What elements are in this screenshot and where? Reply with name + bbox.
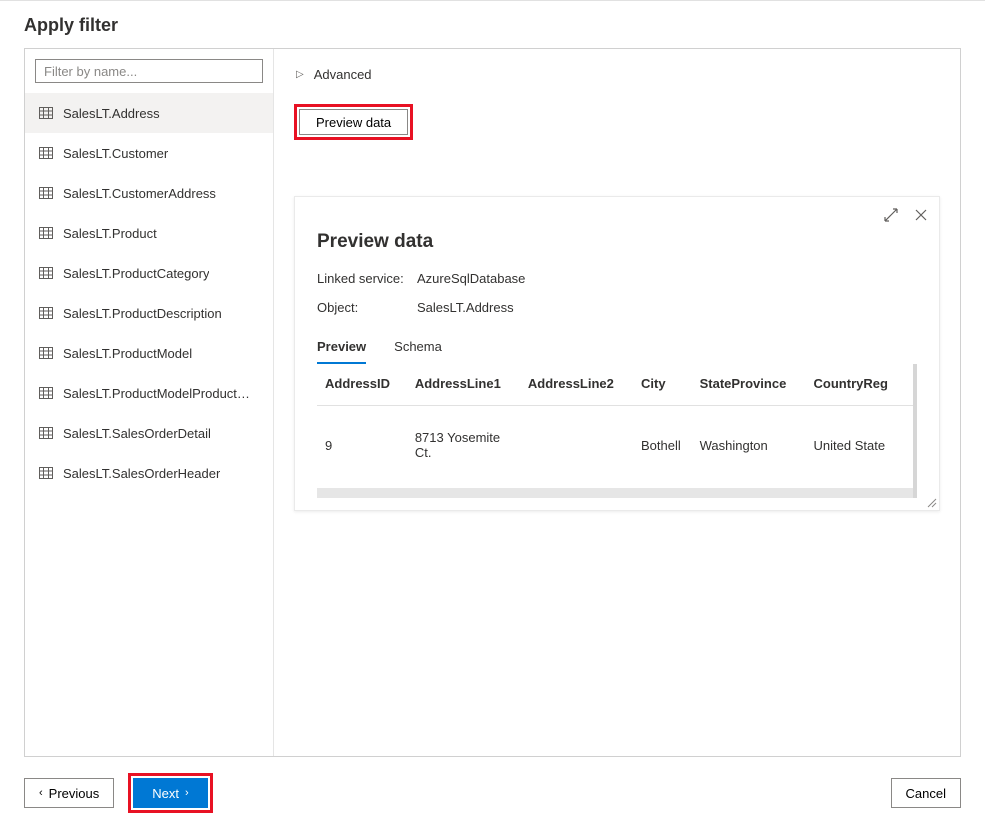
list-item-label: SalesLT.ProductCategory: [63, 266, 209, 281]
list-item[interactable]: SalesLT.ProductCategory: [25, 253, 273, 293]
column-header[interactable]: AddressLine2: [528, 364, 641, 406]
list-item-label: SalesLT.ProductDescription: [63, 306, 222, 321]
list-item[interactable]: SalesLT.SalesOrderHeader: [25, 453, 273, 493]
table-cell: Washington: [700, 406, 814, 485]
chevron-left-icon: ‹: [39, 787, 43, 799]
meta-value: AzureSqlDatabase: [417, 271, 525, 286]
list-item[interactable]: SalesLT.ProductModel: [25, 333, 273, 373]
list-item-label: SalesLT.ProductModel: [63, 346, 192, 361]
list-item[interactable]: SalesLT.CustomerAddress: [25, 173, 273, 213]
data-table-wrap: AddressIDAddressLine1AddressLine2CitySta…: [317, 364, 917, 498]
advanced-label: Advanced: [314, 67, 372, 82]
sidebar: SalesLT.Address SalesLT.Customer SalesLT.C…: [25, 49, 274, 756]
main-area: ▷ Advanced Preview data Preview data: [274, 49, 960, 756]
tab-preview[interactable]: Preview: [317, 333, 366, 364]
table-cell: Bothell: [641, 406, 700, 485]
table-list: SalesLT.Address SalesLT.Customer SalesLT.C…: [25, 89, 273, 493]
table-icon: [39, 307, 53, 319]
meta-label: Linked service:: [317, 271, 417, 286]
list-item-label: SalesLT.Customer: [63, 146, 168, 161]
column-header[interactable]: AddressID: [317, 364, 415, 406]
list-item[interactable]: SalesLT.Product: [25, 213, 273, 253]
list-item[interactable]: SalesLT.ProductDescription: [25, 293, 273, 333]
advanced-toggle[interactable]: ▷ Advanced: [294, 67, 940, 104]
table-icon: [39, 227, 53, 239]
meta-label: Object:: [317, 300, 417, 315]
column-header[interactable]: CountryReg: [814, 364, 913, 406]
table-icon: [39, 387, 53, 399]
table-cell: 8713 Yosemite Ct.: [415, 406, 528, 485]
horizontal-scrollbar[interactable]: [317, 488, 913, 498]
table-cell: 9: [317, 406, 415, 485]
table-row: 98713 Yosemite Ct. BothellWashingtonUnite…: [317, 406, 913, 485]
tab-schema[interactable]: Schema: [394, 333, 442, 364]
table-icon: [39, 147, 53, 159]
previous-button[interactable]: ‹ Previous: [24, 778, 114, 808]
column-header[interactable]: City: [641, 364, 700, 406]
close-icon[interactable]: [913, 207, 929, 223]
footer: ‹ Previous Next › Cancel: [0, 773, 985, 829]
list-item-label: SalesLT.ProductModelProductDe...: [63, 386, 259, 401]
preview-panel: Preview data Linked service:AzureSqlData…: [294, 196, 940, 511]
list-item-label: SalesLT.Product: [63, 226, 157, 241]
previous-label: Previous: [49, 786, 100, 801]
preview-button-highlight: Preview data: [294, 104, 413, 140]
table-icon: [39, 107, 53, 119]
list-item[interactable]: SalesLT.SalesOrderDetail: [25, 413, 273, 453]
filter-input[interactable]: [35, 59, 263, 83]
chevron-right-icon: ›: [185, 787, 189, 799]
column-header[interactable]: AddressLine1: [415, 364, 528, 406]
list-item-label: SalesLT.Address: [63, 106, 160, 121]
meta-row: Linked service:AzureSqlDatabase: [317, 271, 917, 286]
page-title: Apply filter: [24, 15, 961, 36]
table-icon: [39, 267, 53, 279]
meta-value: SalesLT.Address: [417, 300, 514, 315]
tab-strip: Preview Schema: [317, 333, 917, 364]
next-button[interactable]: Next ›: [133, 778, 207, 808]
list-item[interactable]: SalesLT.Customer: [25, 133, 273, 173]
table-icon: [39, 347, 53, 359]
table-cell: United State: [814, 406, 913, 485]
list-item-label: SalesLT.CustomerAddress: [63, 186, 216, 201]
table-icon: [39, 187, 53, 199]
table-icon: [39, 467, 53, 479]
table-icon: [39, 427, 53, 439]
resize-handle-icon[interactable]: [925, 496, 937, 508]
column-header[interactable]: StateProvince: [700, 364, 814, 406]
next-button-highlight: Next ›: [128, 773, 212, 813]
list-item-label: SalesLT.SalesOrderDetail: [63, 426, 211, 441]
cancel-button[interactable]: Cancel: [891, 778, 961, 808]
next-label: Next: [152, 786, 179, 801]
preview-data-button[interactable]: Preview data: [299, 109, 408, 135]
list-item[interactable]: SalesLT.ProductModelProductDe...: [25, 373, 273, 413]
expand-icon[interactable]: [883, 207, 899, 223]
meta-row: Object:SalesLT.Address: [317, 300, 917, 315]
preview-table: AddressIDAddressLine1AddressLine2CitySta…: [317, 364, 913, 484]
list-item[interactable]: SalesLT.Address: [25, 93, 273, 133]
list-item-label: SalesLT.SalesOrderHeader: [63, 466, 220, 481]
panel-title: Preview data: [317, 231, 917, 253]
table-cell: [528, 406, 641, 485]
chevron-right-icon: ▷: [296, 69, 304, 80]
content-panel: SalesLT.Address SalesLT.Customer SalesLT.C…: [24, 48, 961, 757]
